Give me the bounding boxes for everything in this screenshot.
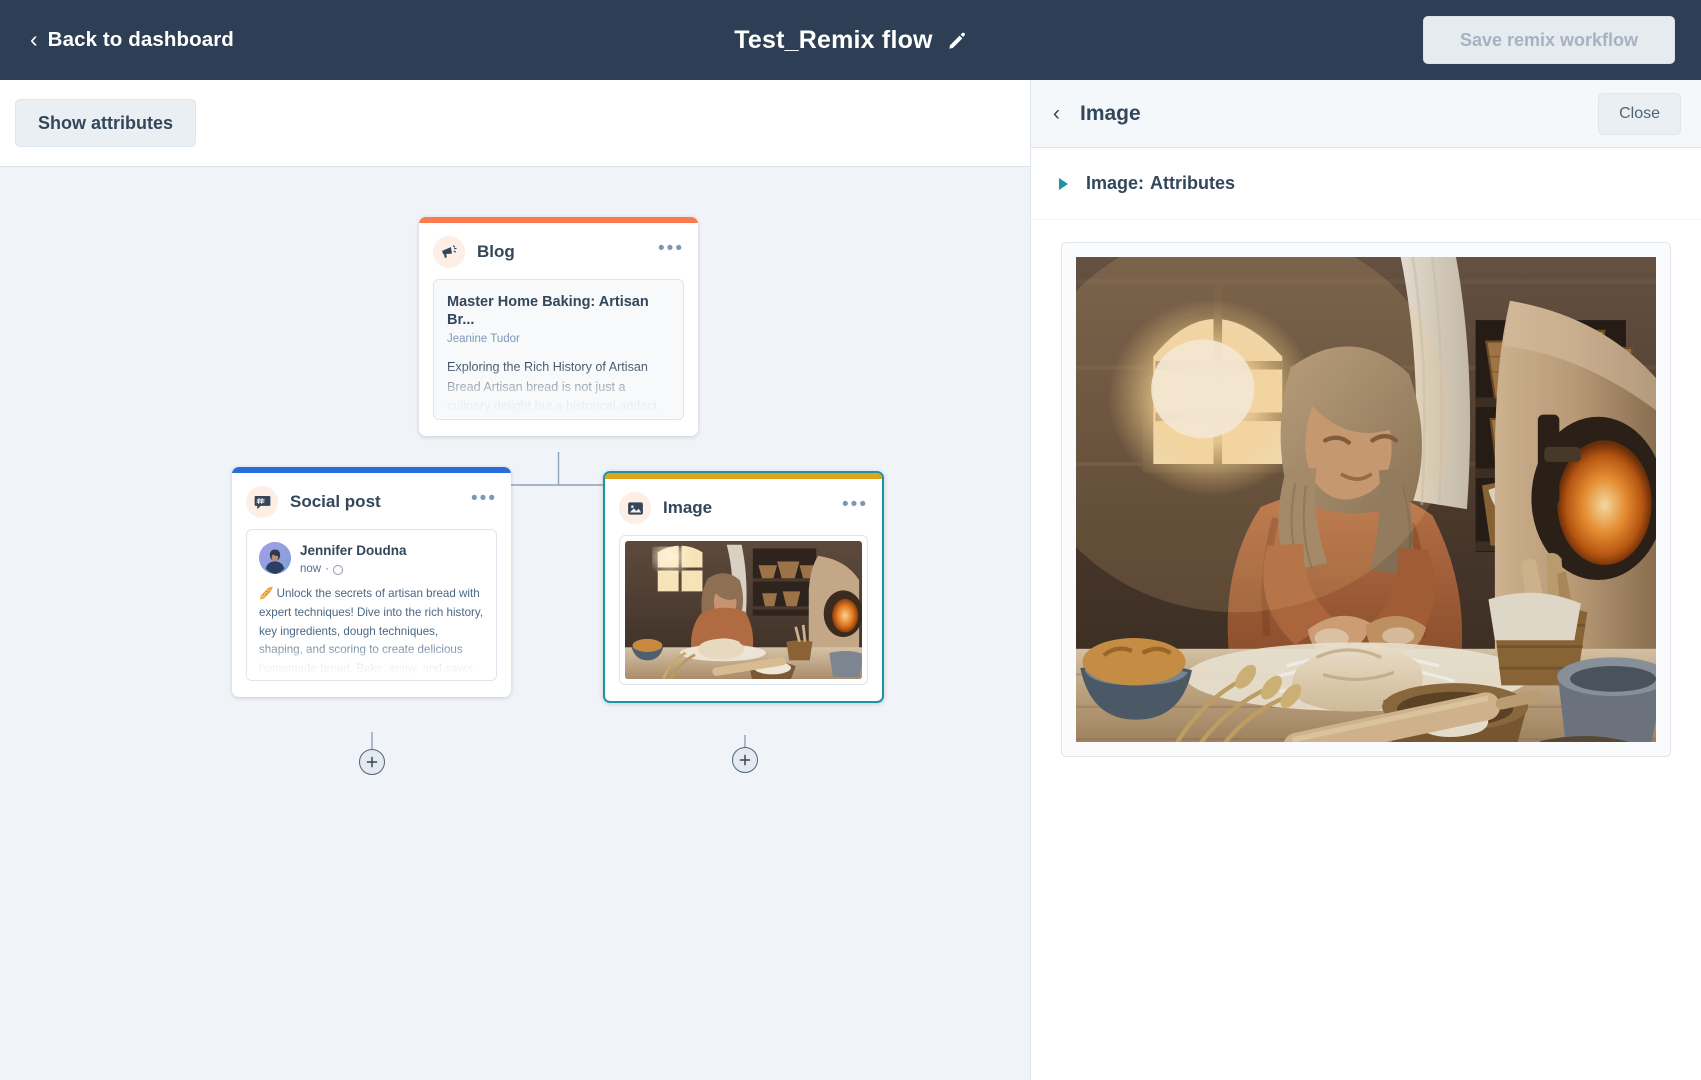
app-header: ‹ Back to dashboard Test_Remix flow Save… [0, 0, 1701, 80]
details-panel: ‹ Image Close Image: Attributes [1030, 80, 1701, 1080]
workflow-node-image[interactable]: Image ••• [603, 471, 884, 703]
attributes-title: Attributes [1150, 173, 1236, 193]
blog-headline: Master Home Baking: Artisan Br... [447, 294, 649, 329]
pencil-icon[interactable] [947, 30, 967, 50]
add-node-button-under-image[interactable] [732, 747, 758, 773]
caret-right-icon [1059, 177, 1068, 190]
save-remix-workflow-button[interactable]: Save remix workflow [1423, 16, 1675, 64]
workflow-node-blog[interactable]: Blog ••• Master Home Baking: Artisan Br.… [419, 217, 698, 436]
workflow-canvas[interactable]: Blog ••• Master Home Baking: Artisan Br.… [0, 167, 1030, 1080]
node-header: Image ••• [619, 491, 868, 525]
add-node-button-under-social[interactable] [359, 749, 385, 775]
show-attributes-button[interactable]: Show attributes [15, 99, 197, 147]
node-type-label: Image [663, 498, 713, 517]
megaphone-icon [433, 236, 465, 268]
node-type-label: Social post [290, 492, 381, 511]
ellipsis-icon[interactable]: ••• [658, 239, 684, 261]
close-button[interactable]: Close [1598, 92, 1681, 135]
back-to-dashboard-label: Back to dashboard [47, 28, 234, 51]
workflow-node-social-post[interactable]: Social post ••• Jennifer Doudna now · 🥖 … [232, 467, 511, 697]
node-type-label: Blog [477, 242, 515, 261]
bakery-scene-large [1076, 257, 1656, 742]
preview-fade-overlay [247, 640, 496, 680]
node-header: Social post ••• [246, 485, 497, 519]
blog-preview: Master Home Baking: Artisan Br... Jeanin… [433, 279, 684, 420]
image-node-preview [619, 535, 868, 685]
avatar [259, 542, 291, 574]
ellipsis-icon[interactable]: ••• [842, 495, 868, 517]
preview-fade-overlay [434, 361, 683, 419]
social-post-meta: now · [300, 563, 407, 575]
meta-separator: · [325, 563, 329, 575]
image-preview[interactable] [1076, 257, 1656, 742]
social-chat-icon [246, 486, 278, 518]
chevron-left-icon[interactable]: ‹ [1053, 103, 1060, 124]
social-post-timestamp: now [300, 563, 322, 575]
details-panel-header: ‹ Image Close [1031, 80, 1701, 148]
blog-author: Jeanine Tudor [447, 333, 520, 346]
image-thumbnail [625, 541, 862, 679]
details-panel-title: Image [1080, 101, 1141, 125]
image-preview-card [1061, 242, 1671, 757]
canvas-toolbar: Show attributes [0, 80, 1030, 167]
bakery-scene-thumb [625, 541, 862, 679]
attributes-prefix: Image: [1086, 173, 1145, 193]
picture-icon [619, 492, 651, 524]
social-post-author-row: Jennifer Doudna now · [259, 542, 484, 575]
social-post-preview: Jennifer Doudna now · 🥖 Unlock the secre… [246, 529, 497, 681]
social-post-author: Jennifer Doudna [300, 543, 407, 558]
page-title: Test_Remix flow [734, 25, 933, 54]
image-attributes-label: Image: Attributes [1086, 173, 1235, 194]
back-to-dashboard-link[interactable]: ‹ Back to dashboard [30, 25, 234, 52]
ellipsis-icon[interactable]: ••• [471, 489, 497, 511]
chevron-left-icon: ‹ [30, 25, 38, 52]
image-attributes-section-toggle[interactable]: Image: Attributes [1031, 148, 1701, 220]
node-header: Blog ••• [433, 235, 684, 269]
globe-icon [332, 565, 343, 575]
